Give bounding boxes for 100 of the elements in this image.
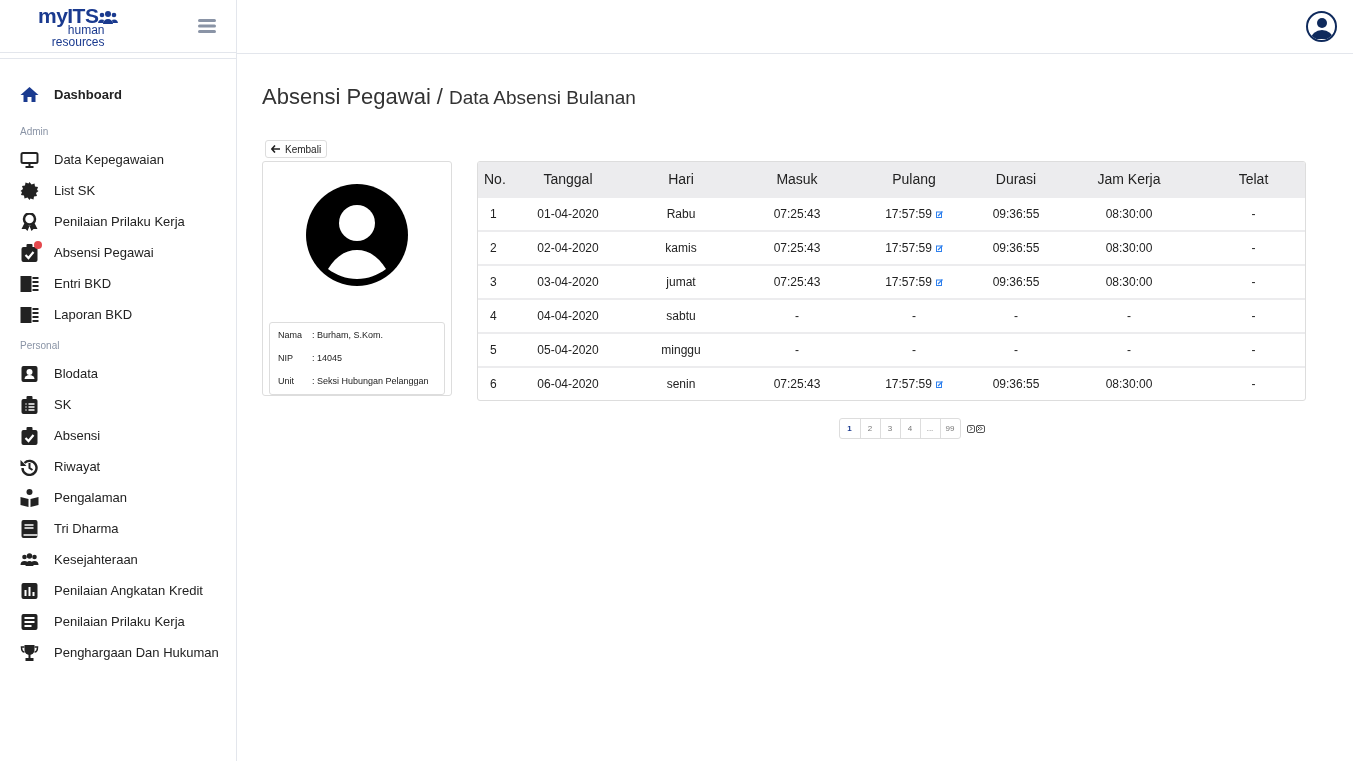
table-cell-text: 17:57:59 — [885, 274, 932, 291]
book-icon — [20, 519, 39, 538]
table-cell-text: - — [1250, 206, 1257, 223]
table-cell-text: - — [912, 342, 916, 359]
sidebar-item[interactable]: Entri BKD — [0, 268, 236, 299]
column-header: Jam Kerja — [1096, 169, 1162, 189]
sidebar-item[interactable]: Penghargaan Dan Hukuman — [0, 637, 236, 668]
person-card-icon — [20, 364, 39, 383]
table-cell-text: jumat — [665, 274, 697, 291]
section-label: Personal — [19, 338, 61, 353]
table-cell-text: 07:25:43 — [772, 376, 822, 393]
sidebar-item[interactable]: Blodata — [0, 358, 236, 389]
arrow-left-icon — [271, 145, 280, 153]
monitor-icon — [20, 150, 39, 169]
column-header: No. — [483, 169, 507, 189]
double-chevron-right-icon — [977, 426, 983, 431]
page-title: Absensi Pegawai / Data Absensi Bulanan — [262, 80, 1353, 113]
table-cell-text: - — [1250, 240, 1257, 257]
sidebar-item[interactable]: Absensi — [0, 420, 236, 451]
page-button[interactable]: 4 — [899, 419, 920, 438]
edit-button[interactable] — [935, 278, 943, 286]
chevron-right-icon — [968, 426, 973, 431]
table-cell-text: - — [1126, 342, 1132, 359]
table-cell-text: 06-04-2020 — [536, 376, 600, 393]
table-cell-text: - — [1126, 308, 1132, 325]
table-cell-text: 08:30:00 — [1104, 376, 1154, 393]
sidebar-item[interactable]: Dashboard — [0, 79, 236, 110]
page-button[interactable]: 2 — [859, 419, 880, 438]
table-cell-text: 09:36:55 — [991, 206, 1041, 223]
section-label: Admin — [19, 124, 50, 139]
field-value: : Burham, S.Kom. — [312, 328, 384, 342]
table-cell-text: 1 — [489, 206, 498, 223]
title-separator: / — [436, 83, 443, 111]
edit-button[interactable] — [935, 210, 943, 218]
table-cell-text: 07:25:43 — [772, 206, 822, 223]
page-button[interactable]: ... — [919, 419, 940, 438]
back-button[interactable]: Kembali — [265, 140, 328, 158]
page-button[interactable]: 99 — [939, 419, 960, 438]
history-icon — [20, 457, 39, 476]
sidebar-item[interactable]: Penilaian Angkatan Kredit — [0, 575, 236, 606]
table-cell-text: 09:36:55 — [991, 240, 1041, 257]
field-label: NIP — [278, 351, 294, 365]
users-icon — [20, 550, 39, 569]
edit-button[interactable] — [935, 380, 943, 388]
next-page-button[interactable] — [966, 424, 975, 433]
table-cell-text: 02-04-2020 — [536, 240, 600, 257]
table-cell-text: senin — [665, 376, 697, 393]
last-page-button[interactable] — [975, 424, 985, 433]
avatar-icon — [306, 184, 408, 286]
award-icon — [20, 212, 39, 231]
column-header: Tanggal — [542, 169, 594, 189]
trophy-icon — [20, 643, 39, 662]
clipboard-check-icon — [20, 243, 39, 262]
edit-icon — [935, 210, 943, 218]
edit-icon — [935, 278, 943, 286]
sidebar-item[interactable]: Riwayat — [0, 451, 236, 482]
page-button[interactable]: 1 — [839, 419, 860, 438]
table-cell-text: 09:36:55 — [991, 274, 1041, 291]
sidebar-item[interactable]: Absensi Pegawai — [0, 237, 236, 268]
sidebar-item[interactable]: Pengalaman — [0, 482, 236, 513]
table-cell-text: 08:30:00 — [1104, 274, 1154, 291]
edit-icon — [935, 244, 943, 252]
table-cell-text: 08:30:00 — [1104, 240, 1154, 257]
people-icon — [98, 9, 119, 24]
column-header: Masuk — [775, 169, 819, 189]
edit-icon — [935, 380, 943, 388]
field-label: Nama — [278, 328, 303, 342]
table-cell-text: - — [1250, 308, 1257, 325]
edit-button[interactable] — [935, 244, 943, 252]
table-cell-text: 6 — [489, 376, 498, 393]
document-lines-icon — [20, 612, 39, 631]
menu-icon — [198, 19, 216, 33]
home-icon — [20, 85, 39, 104]
sidebar-item[interactable]: SK — [0, 389, 236, 420]
table-cell-text: - — [1250, 274, 1257, 291]
table-cell-text: 07:25:43 — [772, 240, 822, 257]
field-value: : 14045 — [312, 351, 343, 365]
page-button[interactable]: 3 — [879, 419, 900, 438]
clipboard-list-icon — [20, 395, 39, 414]
clipboard-check-icon — [20, 426, 39, 445]
table-cell-text: 2 — [489, 240, 498, 257]
table-cell-text: 01-04-2020 — [536, 206, 600, 223]
sidebar-item[interactable]: Penilaian Prilaku Kerja — [0, 206, 236, 237]
table-cell-text: 05-04-2020 — [536, 342, 600, 359]
sidebar-item[interactable]: Penilaian Prilaku Kerja — [0, 606, 236, 637]
logo: myITS human resources — [38, 4, 119, 48]
sidebar-item[interactable]: Kesejahteraan — [0, 544, 236, 575]
user-avatar-button[interactable] — [1306, 11, 1337, 42]
sidebar-item[interactable]: Laporan BKD — [0, 299, 236, 330]
table-cell-text: - — [1013, 308, 1019, 325]
sidebar-item[interactable]: List SK — [0, 175, 236, 206]
table-cell-text: 08:30:00 — [1104, 206, 1154, 223]
table-cell-text: 09:36:55 — [991, 376, 1041, 393]
table-cell-text: 17:57:59 — [885, 376, 932, 393]
bar-chart-icon — [20, 581, 39, 600]
sidebar-item[interactable]: Data Kepegawaian — [0, 144, 236, 175]
column-header: Pulang — [891, 169, 937, 189]
column-header: Durasi — [994, 169, 1038, 189]
table-cell-text: 5 — [489, 342, 498, 359]
sidebar-item[interactable]: Tri Dharma — [0, 513, 236, 544]
